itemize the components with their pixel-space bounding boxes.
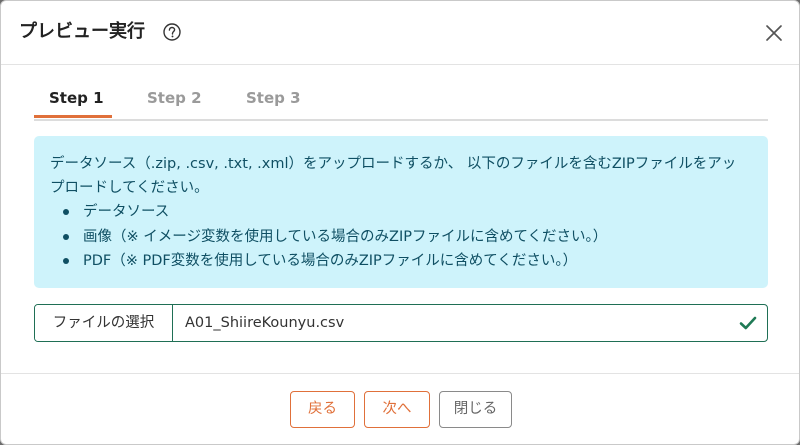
file-input-group: ファイルの選択 A01_ShiireKounyu.csv [34,304,768,342]
next-button[interactable]: 次へ [364,391,430,428]
close-icon[interactable] [764,23,784,43]
info-list-item-image: 画像（※ イメージ変数を使用している場合のみZIPファイルに含めてください。） [50,225,607,250]
step-tabs: Step 1 Step 2 Step 3 [34,81,768,121]
info-list: データソース 画像（※ イメージ変数を使用している場合のみZIPファイルに含めて… [50,200,607,274]
selected-file-name: A01_ShiireKounyu.csv [185,315,345,331]
info-list-item-datasource: データソース [50,200,607,225]
preview-dialog: プレビュー実行 Step 1 Step 2 Step 3 データソース（.zip… [0,0,800,445]
check-icon [739,316,757,330]
dialog-title: プレビュー実行 [19,21,145,42]
tab-step-1[interactable]: Step 1 [49,89,104,107]
tab-step-2[interactable]: Step 2 [147,89,202,107]
active-tab-indicator [34,115,112,118]
close-button[interactable]: 閉じる [439,391,512,428]
info-list-item-pdf: PDF（※ PDF変数を使用している場合のみZIPファイルに含めてください。） [50,249,607,274]
info-text: データソース（.zip, .csv, .txt, .xml）をアップロードするか… [50,156,737,196]
dialog-header: プレビュー実行 [1,1,799,65]
choose-file-button[interactable]: ファイルの選択 [35,305,173,341]
help-icon[interactable] [163,23,181,41]
back-button[interactable]: 戻る [290,391,355,428]
tab-step-3[interactable]: Step 3 [246,89,301,107]
info-alert: データソース（.zip, .csv, .txt, .xml）をアップロードするか… [34,136,768,288]
dialog-footer: 戻る 次へ 閉じる [1,373,799,444]
